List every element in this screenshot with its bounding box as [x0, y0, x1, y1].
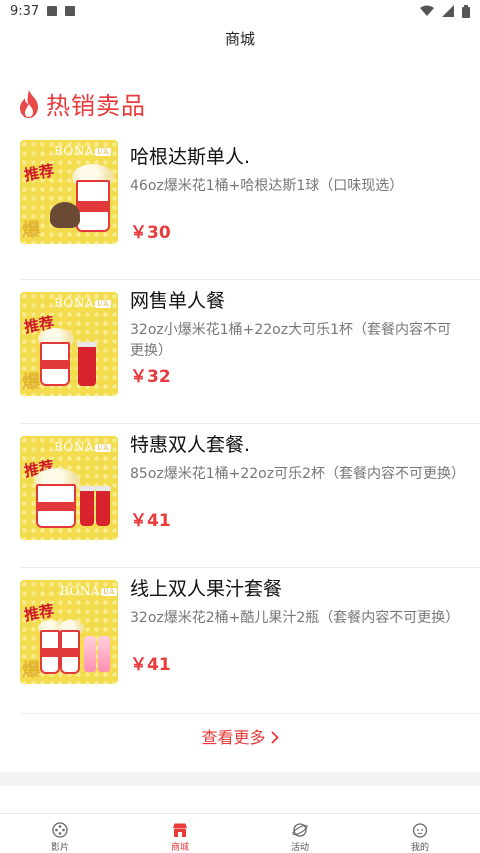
product-name: 特惠双人套餐.: [130, 434, 251, 456]
product-description: 32oz爆米花2桶+酷儿果汁2瓶（套餐内容不可更换）: [130, 610, 460, 626]
view-more-link[interactable]: 查看更多: [0, 724, 480, 748]
tab-activities[interactable]: 活动: [240, 814, 360, 853]
decor-glyph: 爆: [22, 660, 40, 681]
product-description: 32oz小爆米花1桶+22oz大可乐1杯（套餐内容不可更换）: [130, 322, 452, 359]
bottom-tab-bar: 影片 商城 活动 我的: [0, 813, 480, 853]
brand-tag: UA: [95, 299, 111, 308]
product-image: BONA UA 推荐 爆: [20, 140, 118, 244]
tab-label: 影片: [50, 843, 69, 853]
decor-glyph: 爆: [22, 372, 40, 393]
film-reel-icon: [52, 822, 68, 838]
flame-icon: [20, 89, 38, 118]
product-description: 85oz爆米花1桶+22oz可乐2杯（套餐内容不可更换）: [130, 466, 466, 482]
brand-tag: UA: [95, 443, 111, 452]
product-price: ￥30: [130, 223, 171, 243]
brand-logo: BONA: [60, 584, 101, 598]
product-item[interactable]: BONA UA 推荐 爆 网售单人餐 32oz小爆米花1桶+22oz大可乐1杯（套…: [20, 280, 480, 424]
tab-label: 活动: [290, 843, 309, 853]
product-item[interactable]: BONA UA 推荐 特惠双人套餐. 85oz爆米花1桶+22oz可乐2杯（套餐内…: [20, 424, 480, 568]
image-notification-icon: [47, 6, 58, 16]
brand-logo: BONA: [54, 440, 95, 454]
page-title: 商城: [224, 30, 255, 48]
signal-icon: [442, 5, 454, 17]
section-title: 热销卖品: [46, 92, 146, 120]
view-more-label: 查看更多: [201, 728, 266, 747]
battery-icon: [462, 4, 470, 18]
product-price: ￥32: [130, 367, 171, 387]
tab-store[interactable]: 商城: [120, 814, 240, 853]
tab-label: 我的: [410, 843, 429, 853]
product-image: BONA UA 推荐: [20, 436, 118, 540]
tab-profile[interactable]: 我的: [360, 814, 480, 853]
planet-icon: [292, 823, 308, 837]
product-price: ￥41: [130, 511, 171, 531]
product-item[interactable]: BONA UA 推荐 爆 哈根达斯单人. 46oz爆米花1桶+哈根达斯1球（口味现…: [20, 136, 480, 280]
product-name: 线上双人果汁套餐: [130, 578, 283, 600]
section-header: 热销卖品: [18, 86, 146, 121]
product-image: BONA UA 推荐 爆: [20, 292, 118, 396]
face-icon: [412, 823, 428, 838]
product-list: BONA UA 推荐 爆 哈根达斯单人. 46oz爆米花1桶+哈根达斯1球（口味现…: [20, 136, 480, 714]
wifi-icon: [420, 5, 434, 16]
brand-logo: BONA: [54, 296, 95, 310]
brand-tag: UA: [101, 587, 117, 596]
product-name: 网售单人餐: [130, 290, 226, 312]
product-description: 46oz爆米花1桶+哈根达斯1球（口味现选）: [130, 178, 404, 194]
app-notification-icon: [65, 6, 76, 16]
section-divider: [0, 772, 480, 786]
status-time: 9:37: [10, 3, 40, 19]
product-name: 哈根达斯单人.: [130, 146, 251, 168]
brand-tag: UA: [95, 147, 111, 156]
decor-glyph: 爆: [22, 220, 40, 241]
product-item[interactable]: BONA UA 推荐 爆 线上双人果汁套餐 32oz爆米花2桶+酷儿果汁2瓶（套餐…: [20, 568, 480, 714]
brand-logo: BONA: [54, 144, 95, 158]
chevron-right-icon: [270, 731, 279, 744]
product-price: ￥41: [130, 655, 171, 675]
tab-label: 商城: [170, 843, 189, 853]
status-bar: 9:37: [0, 0, 480, 22]
product-image: BONA UA 推荐 爆: [20, 580, 118, 684]
store-icon: [173, 823, 187, 837]
tab-films[interactable]: 影片: [0, 814, 120, 853]
